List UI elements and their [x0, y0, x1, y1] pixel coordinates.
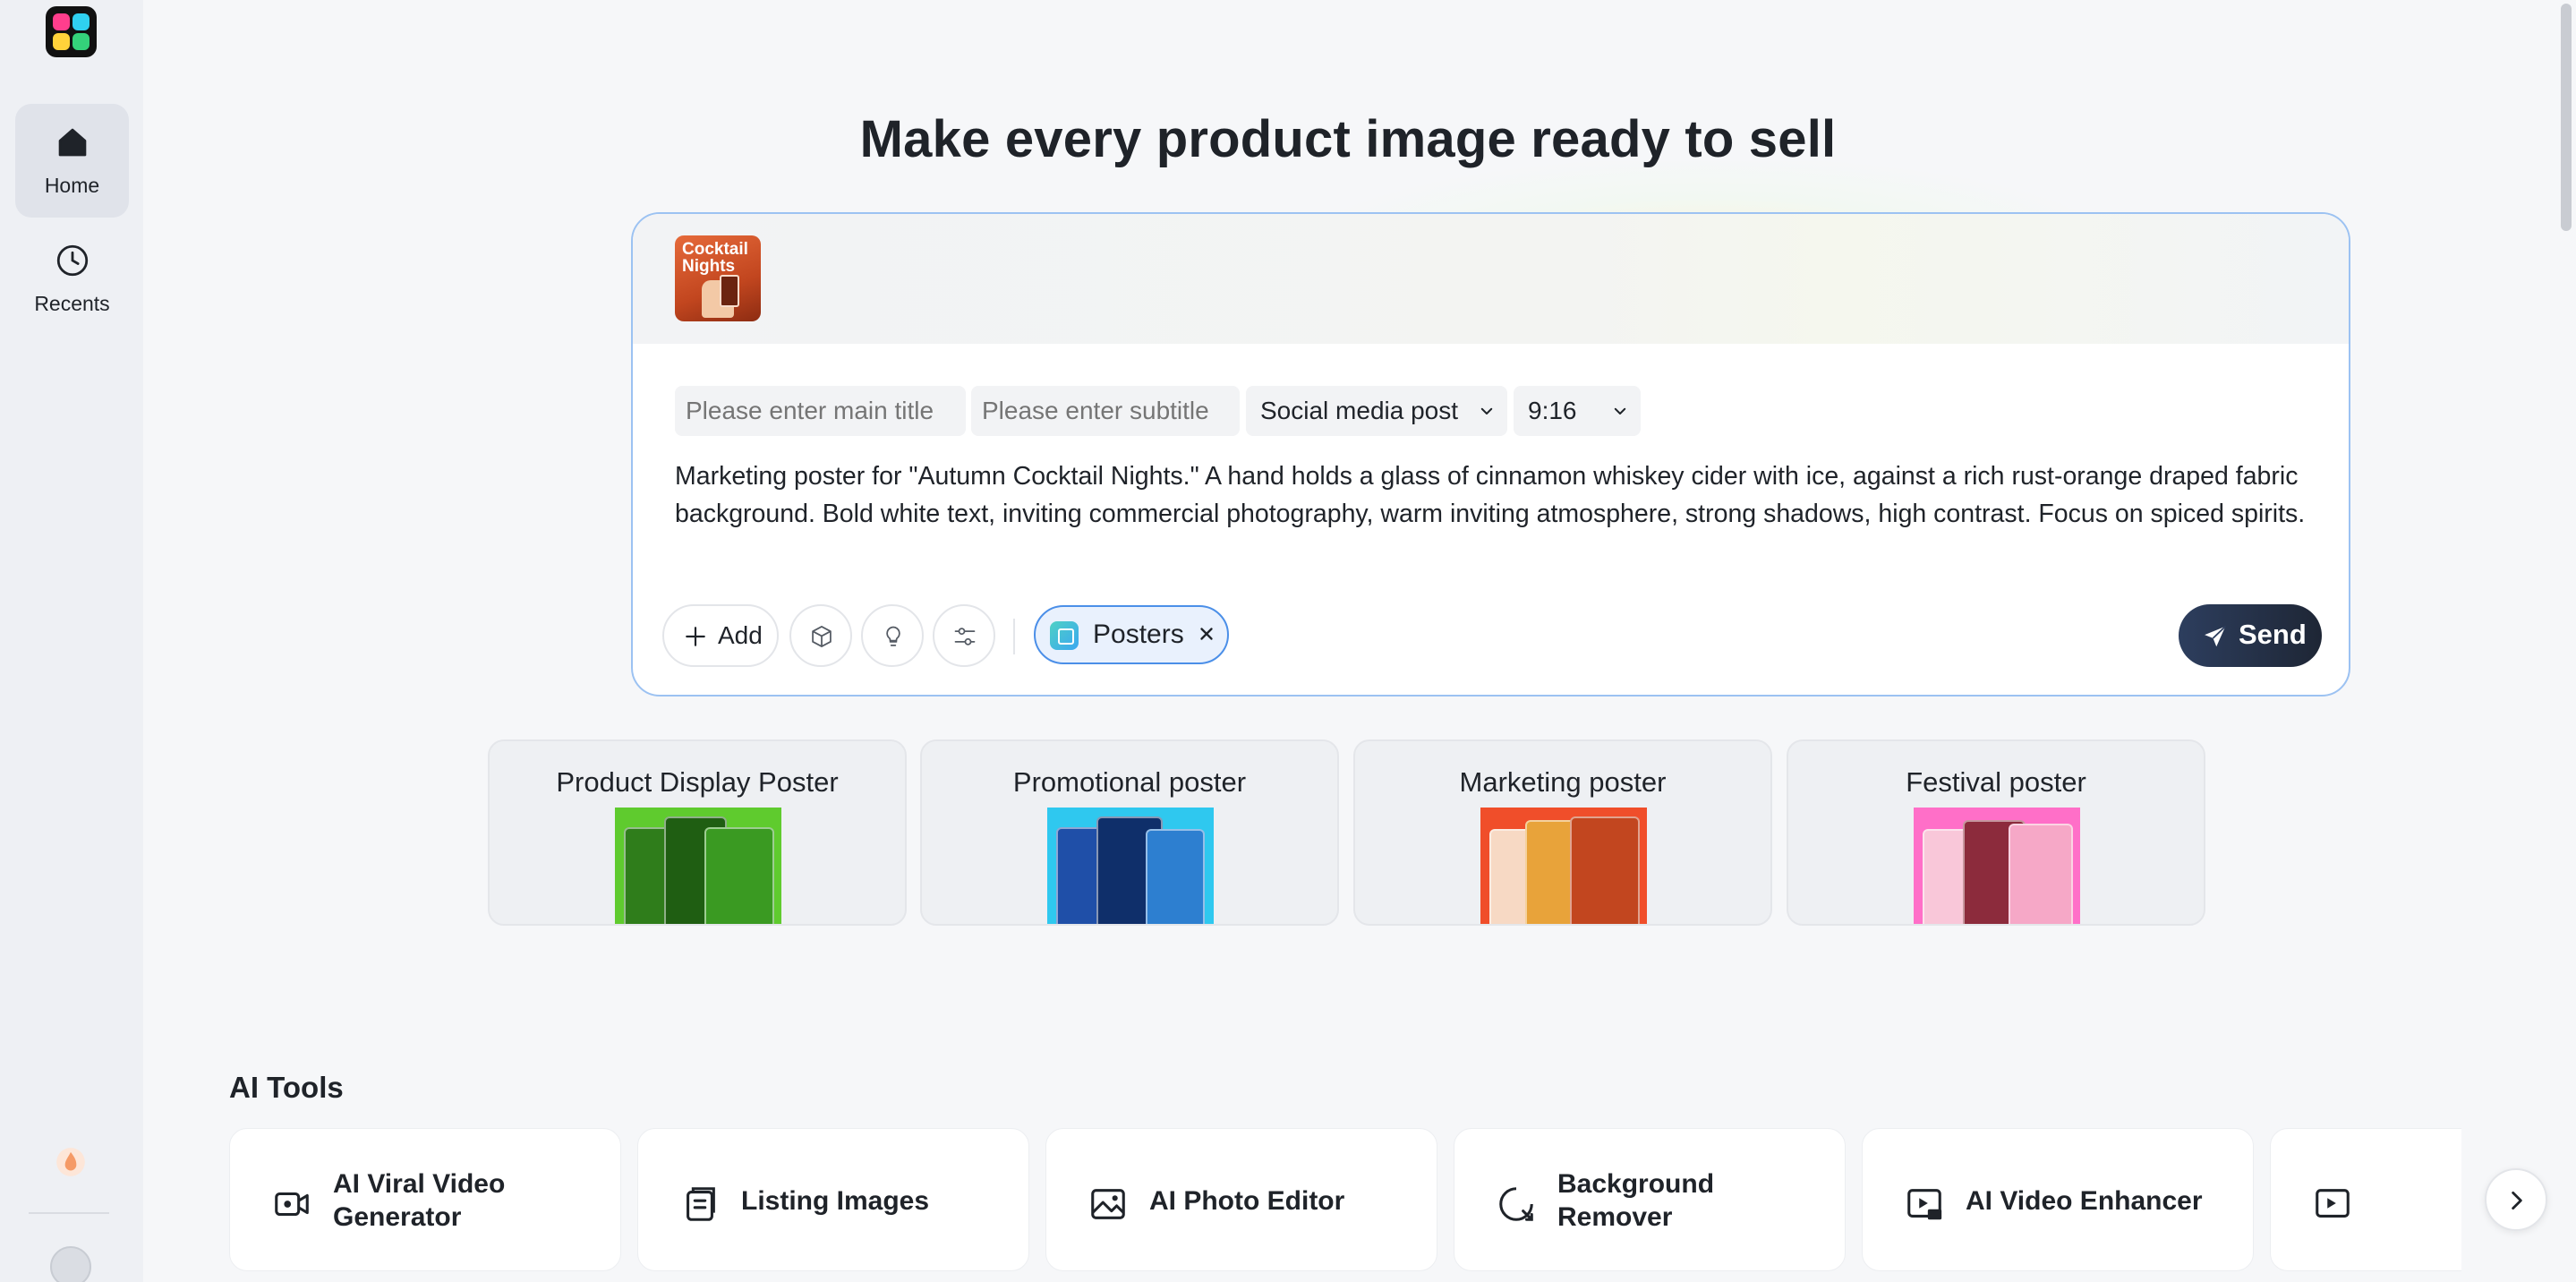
post-type-select[interactable]: Social media post: [1246, 386, 1507, 436]
plus-icon: [686, 627, 705, 646]
tool-card-background-remover[interactable]: Background Remover: [1454, 1128, 1846, 1271]
ai-tools-carousel: AI Viral Video Generator Listing Images …: [229, 1128, 2461, 1271]
tool-card-ai-viral-video-generator[interactable]: AI Viral Video Generator: [229, 1128, 621, 1271]
template-preview-image: [615, 808, 781, 924]
tool-card-label: AI Photo Editor: [1149, 1185, 1345, 1216]
template-card-title: Festival poster: [1906, 766, 2086, 798]
main-title-input[interactable]: [675, 386, 966, 436]
post-type-value: Social media post: [1260, 397, 1459, 424]
template-card-festival[interactable]: Festival poster: [1787, 739, 2205, 926]
posters-chip[interactable]: Posters: [1034, 605, 1229, 664]
chevron-down-icon: [1614, 407, 1626, 415]
app-logo[interactable]: [46, 6, 97, 57]
vertical-scrollbar[interactable]: [2556, 0, 2576, 1282]
background-remover-icon: [1499, 1187, 1533, 1221]
sidebar-item-label: Recents: [34, 292, 110, 315]
sidebar-divider: [29, 1212, 109, 1214]
listing-images-icon: [687, 1187, 715, 1221]
template-preview-image: [1480, 808, 1647, 924]
template-card-title: Marketing poster: [1459, 766, 1667, 798]
send-button[interactable]: Send: [2179, 604, 2322, 667]
ai-tools-title: AI Tools: [229, 1071, 344, 1104]
attachment-thumbnail[interactable]: Cocktail Nights: [675, 235, 761, 321]
template-card-promotional[interactable]: Promotional poster: [920, 739, 1339, 926]
clock-icon: [56, 244, 89, 277]
sidebar: Home Recents: [0, 0, 143, 1282]
sidebar-item-recents[interactable]: Recents: [15, 222, 129, 336]
tool-card-label: Background Remover: [1557, 1169, 1715, 1232]
video-icon: [2316, 1189, 2350, 1218]
settings-button[interactable]: [933, 604, 995, 667]
tool-card-label: AI Video Enhancer: [1966, 1185, 2203, 1216]
add-button-label: Add: [718, 621, 763, 649]
sliders-icon: [954, 628, 976, 645]
3d-model-button[interactable]: [789, 604, 852, 667]
template-preview-image: [1914, 808, 2080, 924]
template-card-title: Product Display Poster: [556, 766, 839, 798]
attachment-thumbnail-text: Cocktail Nights: [682, 240, 748, 276]
credits-icon[interactable]: [54, 1145, 88, 1179]
inspiration-button[interactable]: [861, 604, 924, 667]
cube-icon: [812, 626, 832, 647]
sidebar-item-label: Home: [44, 174, 100, 197]
tool-card-listing-images[interactable]: Listing Images: [637, 1128, 1029, 1271]
chevron-down-icon: [1480, 407, 1493, 415]
template-card-product-display[interactable]: Product Display Poster: [488, 739, 907, 926]
tool-card-ai-photo-editor[interactable]: AI Photo Editor: [1045, 1128, 1437, 1271]
video-generator-icon: [275, 1192, 309, 1217]
template-card-marketing[interactable]: Marketing poster: [1353, 739, 1772, 926]
chevron-right-icon: [2512, 1191, 2522, 1210]
home-icon: [58, 128, 87, 157]
add-button[interactable]: Add: [662, 604, 779, 667]
page-title: Make every product image ready to sell: [859, 110, 1837, 168]
aspect-ratio-select[interactable]: 9:16: [1514, 386, 1641, 436]
photo-editor-icon: [1091, 1189, 1125, 1219]
template-preview-image: [1047, 808, 1214, 924]
toolbar-divider: [1013, 619, 1015, 654]
main-content: Make every product image ready to sell C…: [143, 0, 2560, 1282]
tool-card-label: AI Viral Video Generator: [333, 1169, 506, 1232]
close-icon[interactable]: [1197, 624, 1216, 644]
tool-card-partial[interactable]: [2270, 1128, 2461, 1271]
subtitle-input[interactable]: [971, 386, 1240, 436]
prompt-textarea[interactable]: Marketing poster for "Autumn Cocktail Ni…: [675, 457, 2313, 533]
paper-plane-icon: [2205, 626, 2226, 647]
prompt-composer: Cocktail Nights Social media post 9:16 M…: [631, 212, 2350, 697]
send-button-label: Send: [2239, 619, 2307, 650]
sidebar-item-home[interactable]: Home: [15, 104, 129, 218]
video-enhancer-icon: [1907, 1189, 1942, 1220]
template-card-title: Promotional poster: [1012, 766, 1247, 798]
tool-card-label: Listing Images: [741, 1185, 930, 1216]
attachment-area: Cocktail Nights: [633, 214, 2349, 344]
scrollbar-thumb[interactable]: [2561, 4, 2572, 231]
avatar[interactable]: [50, 1246, 91, 1282]
lightbulb-icon: [886, 626, 900, 646]
posters-chip-label: Posters: [1093, 620, 1184, 649]
posters-icon: [1050, 621, 1079, 650]
aspect-ratio-value: 9:16: [1528, 397, 1577, 424]
tool-card-ai-video-enhancer[interactable]: AI Video Enhancer: [1862, 1128, 2254, 1271]
carousel-next-button[interactable]: [2485, 1168, 2547, 1231]
